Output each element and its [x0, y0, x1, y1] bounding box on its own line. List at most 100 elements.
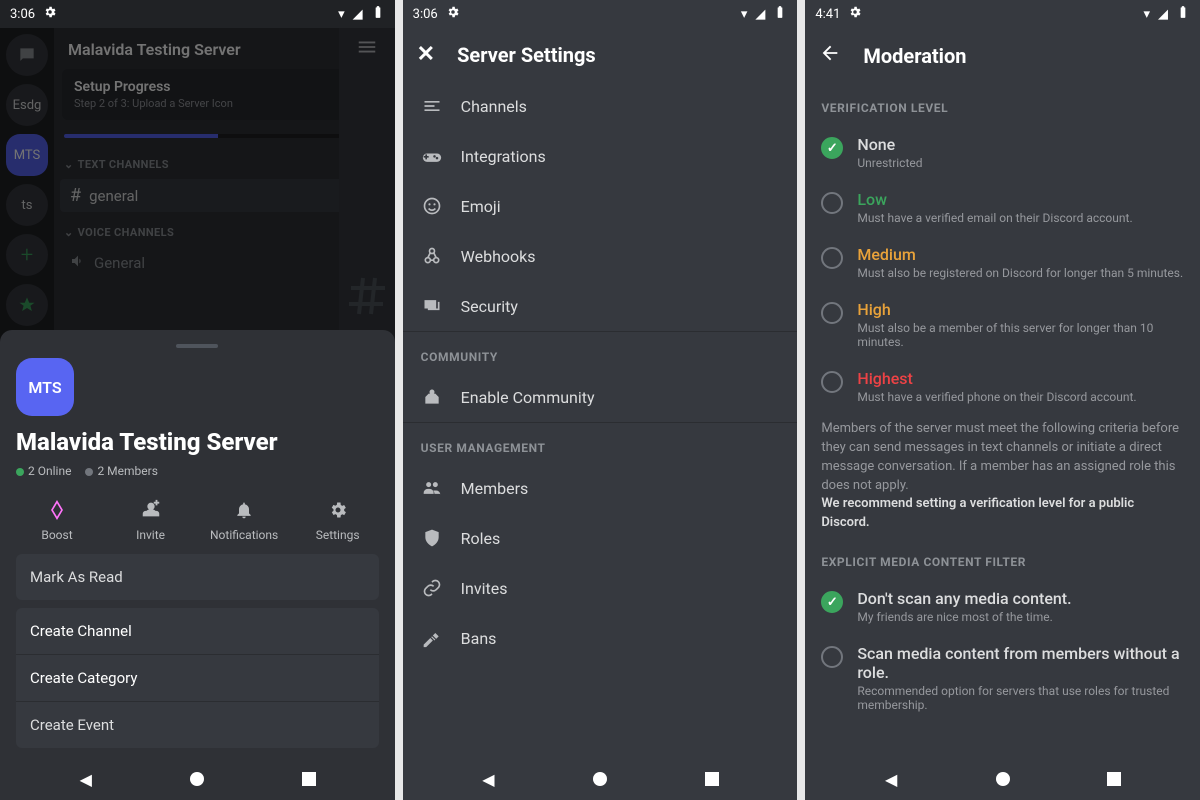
wifi-icon: ▾: [338, 7, 345, 22]
roles-item[interactable]: Roles: [403, 513, 798, 563]
emoji-item[interactable]: Emoji: [403, 181, 798, 231]
add-server-button[interactable]: +: [6, 234, 48, 276]
gear-icon: [326, 498, 350, 522]
radio-icon: [821, 192, 843, 214]
nav-recent-icon[interactable]: [702, 769, 722, 789]
setup-subtitle: Step 2 of 3: Upload a Server Icon: [74, 97, 233, 110]
verification-none[interactable]: NoneUnrestricted: [821, 125, 1184, 180]
boost-button[interactable]: Boost: [22, 498, 92, 542]
hammer-icon: [421, 627, 443, 649]
security-item[interactable]: Security: [403, 281, 798, 331]
signal-icon: ◢: [1158, 7, 1168, 22]
invite-button[interactable]: Invite: [116, 498, 186, 542]
server-mts[interactable]: MTS: [6, 134, 48, 176]
webhooks-item[interactable]: Webhooks: [403, 231, 798, 281]
nav-back-icon[interactable]: ◀: [881, 769, 901, 789]
verification-section: VERIFICATION LEVEL: [821, 83, 1184, 125]
hamburger-icon[interactable]: [356, 36, 378, 62]
nav-back-icon[interactable]: ◀: [76, 769, 96, 789]
setup-title: Setup Progress: [74, 79, 233, 95]
server-esdg[interactable]: Esdg: [6, 84, 48, 126]
back-arrow-icon[interactable]: [819, 42, 841, 69]
gamepad-icon: [421, 145, 443, 167]
status-time: 3:06: [10, 7, 35, 22]
speaker-icon: [70, 253, 86, 273]
nav-home-icon[interactable]: [993, 769, 1013, 789]
member-count: 2 Members: [85, 464, 157, 478]
create-category-button[interactable]: Create Category: [16, 654, 379, 701]
channels-item[interactable]: Channels: [403, 81, 798, 131]
page-title: Moderation: [863, 44, 966, 68]
list-label: Emoji: [461, 197, 501, 216]
dm-icon[interactable]: [6, 34, 48, 76]
option-title: Low: [857, 190, 1132, 209]
option-subtitle: Must also be a member of this server for…: [857, 321, 1184, 349]
server-name[interactable]: Malavida Testing Server: [68, 40, 241, 59]
invites-item[interactable]: Invites: [403, 563, 798, 613]
boost-icon: [45, 498, 69, 522]
user-mgmt-section: USER MANAGEMENT: [403, 422, 798, 463]
community-icon: [421, 386, 443, 408]
radio-checked-icon: [821, 137, 843, 159]
invite-label: Invite: [136, 528, 165, 542]
server-sheet: MTS Malavida Testing Server 2 Online 2 M…: [0, 330, 395, 800]
notifications-button[interactable]: Notifications: [209, 498, 279, 542]
list-label: Security: [461, 297, 518, 316]
verification-high[interactable]: HighMust also be a member of this server…: [821, 290, 1184, 359]
voice-channel-label: General: [94, 254, 145, 272]
bans-item[interactable]: Bans: [403, 613, 798, 663]
shield-icon: [421, 527, 443, 549]
nav-recent-icon[interactable]: [1104, 769, 1124, 789]
boost-label: Boost: [41, 528, 72, 542]
server-icon[interactable]: MTS: [16, 358, 74, 416]
option-title: Don't scan any media content.: [857, 589, 1071, 608]
link-icon: [421, 577, 443, 599]
radio-icon: [821, 247, 843, 269]
server-ts[interactable]: ts: [6, 184, 48, 226]
option-subtitle: Must have a verified email on their Disc…: [857, 211, 1132, 225]
option-title: Highest: [857, 369, 1136, 388]
online-count: 2 Online: [16, 464, 71, 478]
create-channel-button[interactable]: Create Channel: [16, 608, 379, 654]
create-event-button[interactable]: Create Event: [16, 701, 379, 748]
integrations-item[interactable]: Integrations: [403, 131, 798, 181]
wifi-icon: ▾: [1143, 7, 1150, 22]
gear-icon: [446, 5, 460, 23]
voice-channels-header[interactable]: VOICE CHANNELS: [78, 226, 175, 239]
list-label: Invites: [461, 579, 508, 598]
gear-icon: [848, 5, 862, 23]
hash-icon: [343, 272, 391, 324]
option-subtitle: My friends are nice most of the time.: [857, 610, 1071, 624]
enable-community-item[interactable]: Enable Community: [403, 372, 798, 422]
sheet-handle[interactable]: [176, 344, 218, 348]
sheet-title: Malavida Testing Server: [16, 428, 379, 456]
chevron-down-icon[interactable]: ⌄: [64, 158, 74, 171]
nav-home-icon[interactable]: [590, 769, 610, 789]
radio-icon: [821, 302, 843, 324]
hash-icon: #: [70, 185, 81, 206]
mark-as-read-button[interactable]: Mark As Read: [16, 554, 379, 600]
filter-dont-scan[interactable]: Don't scan any media content. My friends …: [821, 579, 1184, 634]
nav-recent-icon[interactable]: [299, 769, 319, 789]
verification-low[interactable]: Low Must have a verified email on their D…: [821, 180, 1184, 235]
nav-home-icon[interactable]: [187, 769, 207, 789]
nav-back-icon[interactable]: ◀: [478, 769, 498, 789]
text-channels-header[interactable]: TEXT CHANNELS: [78, 158, 169, 171]
settings-button[interactable]: Settings: [303, 498, 373, 542]
filter-scan-without-role[interactable]: Scan media content from members without …: [821, 634, 1184, 722]
invite-icon: [139, 498, 163, 522]
status-time: 4:41: [815, 7, 840, 22]
verification-highest[interactable]: HighestMust have a verified phone on the…: [821, 359, 1184, 414]
community-section: COMMUNITY: [403, 331, 798, 372]
channels-icon: [421, 95, 443, 117]
verification-medium[interactable]: MediumMust also be registered on Discord…: [821, 235, 1184, 290]
radio-checked-icon: [821, 591, 843, 613]
channel-label: general: [89, 187, 138, 205]
discover-icon[interactable]: [6, 284, 48, 326]
members-item[interactable]: Members: [403, 463, 798, 513]
option-subtitle: Must also be registered on Discord for l…: [857, 266, 1183, 280]
chevron-down-icon[interactable]: ⌄: [64, 226, 74, 239]
battery-icon: [371, 5, 385, 23]
list-label: Members: [461, 479, 529, 498]
close-icon[interactable]: ✕: [417, 42, 435, 67]
